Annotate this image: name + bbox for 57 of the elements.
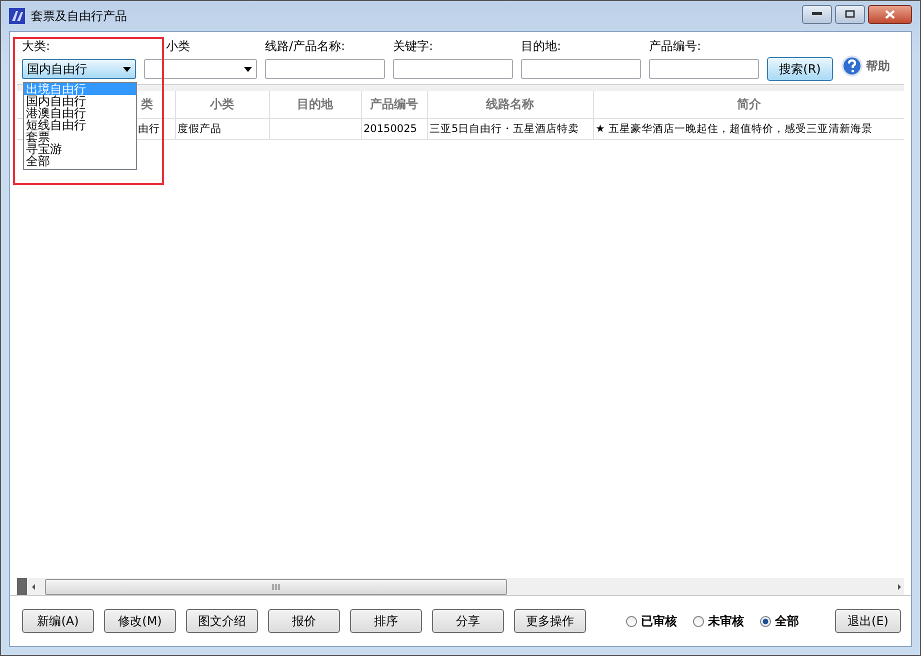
help-icon[interactable] [841,55,863,77]
action-button[interactable]: 更多操作 [514,609,586,633]
text-field[interactable] [393,59,513,79]
column-header[interactable]: 线路名称 [486,96,534,111]
maximize-icon [845,10,855,18]
caret-icon [244,66,252,72]
field-label: 小类 [165,38,191,54]
action-button[interactable]: 排序 [350,609,422,633]
radio-label[interactable]: 全部 [775,612,799,630]
dropdown-field[interactable] [144,59,257,79]
radio-label[interactable]: 已审核 [641,612,677,630]
horizontal-scrollbar[interactable] [17,578,904,595]
help-link[interactable]: 帮助 [866,58,890,74]
field-label: 关键字: [393,38,434,54]
action-button[interactable]: 分享 [432,609,504,633]
field-label: 产品编号: [649,38,702,54]
table-cell: 度假产品 [178,122,222,134]
radio-label[interactable]: 未审核 [708,612,744,630]
dropdown-option[interactable]: 国内自由行 [24,95,136,107]
table-cell: 三亚5日自由行・五星酒店特卖 [430,122,580,134]
radio-button[interactable] [626,616,637,626]
exit-button[interactable]: 退出(E) [835,609,901,633]
action-button[interactable]: 修改(M) [104,609,176,633]
dropdown-field[interactable]: 国内自由行 [22,59,136,79]
column-header[interactable]: 小类 [210,96,234,111]
table-cell: ★ 五星豪华酒店一晚起住，超值特价，感受三亚清新海景 [596,122,872,134]
text-field[interactable] [265,59,385,79]
close-icon [885,10,895,18]
table-cell: 20150025 [364,122,417,134]
caret-icon [123,66,131,72]
action-button[interactable]: 图文介绍 [186,609,258,633]
dropdown-option[interactable]: 全部 [24,155,136,167]
close-button[interactable] [868,4,912,24]
text-field[interactable] [521,59,641,79]
grip-icon [272,584,280,590]
maximize-button[interactable] [835,4,865,24]
field-label: 目的地: [521,38,562,54]
dropdown-option[interactable]: 短线自由行 [24,119,136,131]
search-button[interactable]: 搜索(R) [767,57,833,81]
dropdown-option[interactable]: 港澳自由行 [24,107,136,119]
table-cell: 由行 [138,122,160,134]
field-label: 大类: [22,38,52,54]
column-header[interactable]: 类 [141,96,153,111]
radio-button[interactable] [693,616,704,626]
minimize-icon [812,12,822,16]
action-button[interactable]: 报价 [268,609,340,633]
column-header[interactable]: 简介 [737,96,761,111]
app-icon [9,8,25,24]
field-label: 线路/产品名称: [265,38,346,54]
radio-button[interactable] [760,616,771,626]
action-button[interactable]: 新编(A) [22,609,94,633]
text-field[interactable] [649,59,759,79]
dropdown-option[interactable]: 寻宝游 [24,143,136,155]
minimize-button[interactable] [802,4,832,24]
window-title: 套票及自由行产品 [31,8,127,24]
dropdown-option[interactable]: 套票 [24,131,136,143]
splitter-handle[interactable] [17,578,27,595]
